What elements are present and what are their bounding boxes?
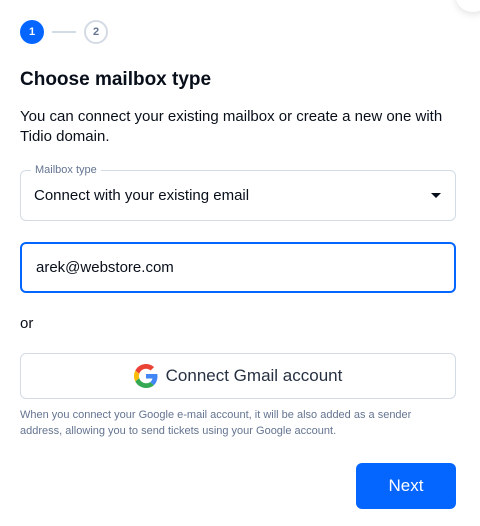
mailbox-type-value: Connect with your existing email <box>34 187 250 204</box>
caret-down-icon <box>431 193 441 198</box>
page-description: You can connect your existing mailbox or… <box>20 108 443 145</box>
email-input[interactable] <box>20 242 456 293</box>
mailbox-type-select[interactable]: Mailbox type Connect with your existing … <box>20 163 456 221</box>
mailbox-type-label: Mailbox type <box>31 163 101 177</box>
gmail-info-note: When you connect your Google e-mail acco… <box>20 409 412 437</box>
or-separator: or <box>20 315 34 332</box>
page-title: Choose mailbox type <box>20 69 212 90</box>
close-button-edge[interactable] <box>456 0 480 12</box>
mailbox-setup-page: 1 2 Choose mailbox type You can connect … <box>0 0 480 526</box>
connect-gmail-button[interactable]: Connect Gmail account <box>20 353 456 399</box>
next-button[interactable]: Next <box>356 463 456 509</box>
connect-gmail-label: Connect Gmail account <box>165 366 343 385</box>
step-2-indicator: 2 <box>84 20 108 44</box>
step-1-indicator: 1 <box>20 20 44 44</box>
stepper: 1 2 <box>20 20 108 44</box>
google-icon <box>133 364 158 388</box>
stepper-connector <box>52 31 76 33</box>
